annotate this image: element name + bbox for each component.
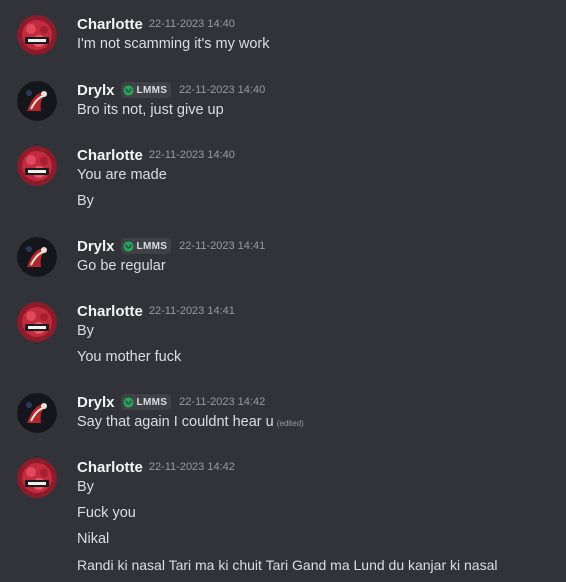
- message-text: Fuck you: [77, 505, 136, 521]
- server-tag[interactable]: LMMS: [120, 394, 172, 410]
- message-group: Charlotte 22-11-2023 14:42 By Fuck you N…: [0, 456, 566, 575]
- message-text: By: [77, 323, 94, 339]
- message-timestamp: 22-11-2023 14:40: [148, 149, 235, 161]
- username[interactable]: Charlotte: [77, 147, 143, 164]
- message-timestamp: 22-11-2023 14:40: [179, 84, 266, 96]
- message-text: Bro its not, just give up: [77, 102, 224, 118]
- message-group: Charlotte 22-11-2023 14:40 I'm not scamm…: [0, 13, 566, 55]
- message-text: Go be regular: [77, 258, 166, 274]
- username[interactable]: Charlotte: [77, 303, 143, 320]
- server-tag[interactable]: LMMS: [120, 238, 172, 254]
- username[interactable]: Drylx: [77, 238, 115, 255]
- message-text: Nikal: [77, 531, 110, 547]
- message-timestamp: 22-11-2023 14:42: [179, 396, 266, 408]
- edited-label: (edited): [276, 419, 304, 428]
- username[interactable]: Drylx: [77, 394, 115, 411]
- message-group: Charlotte 22-11-2023 14:41 By You mother…: [0, 300, 566, 367]
- avatar-charlotte[interactable]: [17, 146, 57, 186]
- message-group: Drylx LMMS 22-11-2023 14:41 Go be regula…: [0, 235, 566, 277]
- username[interactable]: Charlotte: [77, 16, 143, 33]
- message-group: Drylx LMMS 22-11-2023 14:42 Say that aga…: [0, 391, 566, 433]
- avatar-charlotte[interactable]: [17, 15, 57, 55]
- avatar-drylx[interactable]: [17, 81, 57, 121]
- shield-badge-icon: [122, 84, 134, 96]
- message-text: I'm not scamming it's my work: [77, 36, 270, 52]
- message-timestamp: 22-11-2023 14:42: [148, 461, 235, 473]
- message-group: Drylx LMMS 22-11-2023 14:40 Bro its not,…: [0, 79, 566, 121]
- avatar-charlotte[interactable]: [17, 458, 57, 498]
- tag-label: LMMS: [136, 240, 168, 252]
- message-text: Randi ki nasal Tari ma ki chuit Tari Gan…: [77, 557, 498, 573]
- shield-badge-icon: [122, 240, 134, 252]
- message-timestamp: 22-11-2023 14:41: [179, 240, 266, 252]
- avatar-charlotte[interactable]: [17, 302, 57, 342]
- username[interactable]: Drylx: [77, 82, 115, 99]
- chat-messages: Charlotte 22-11-2023 14:40 I'm not scamm…: [0, 0, 566, 582]
- message-group: Charlotte 22-11-2023 14:40 You are made …: [0, 144, 566, 211]
- message-timestamp: 22-11-2023 14:41: [148, 305, 235, 317]
- message-text: By: [77, 193, 94, 209]
- message-text: You mother fuck: [77, 349, 182, 365]
- username[interactable]: Charlotte: [77, 459, 143, 476]
- shield-badge-icon: [122, 396, 134, 408]
- tag-label: LMMS: [136, 84, 168, 96]
- message-timestamp: 22-11-2023 14:40: [148, 18, 235, 30]
- server-tag[interactable]: LMMS: [120, 82, 172, 98]
- tag-label: LMMS: [136, 396, 168, 408]
- message-text: Say that again I couldnt hear u (edited): [77, 413, 566, 433]
- message-text-content: Say that again I couldnt hear u: [77, 414, 274, 430]
- message-text: By: [77, 479, 94, 495]
- avatar-drylx[interactable]: [17, 393, 57, 433]
- message-text: You are made: [77, 167, 167, 183]
- avatar-drylx[interactable]: [17, 237, 57, 277]
